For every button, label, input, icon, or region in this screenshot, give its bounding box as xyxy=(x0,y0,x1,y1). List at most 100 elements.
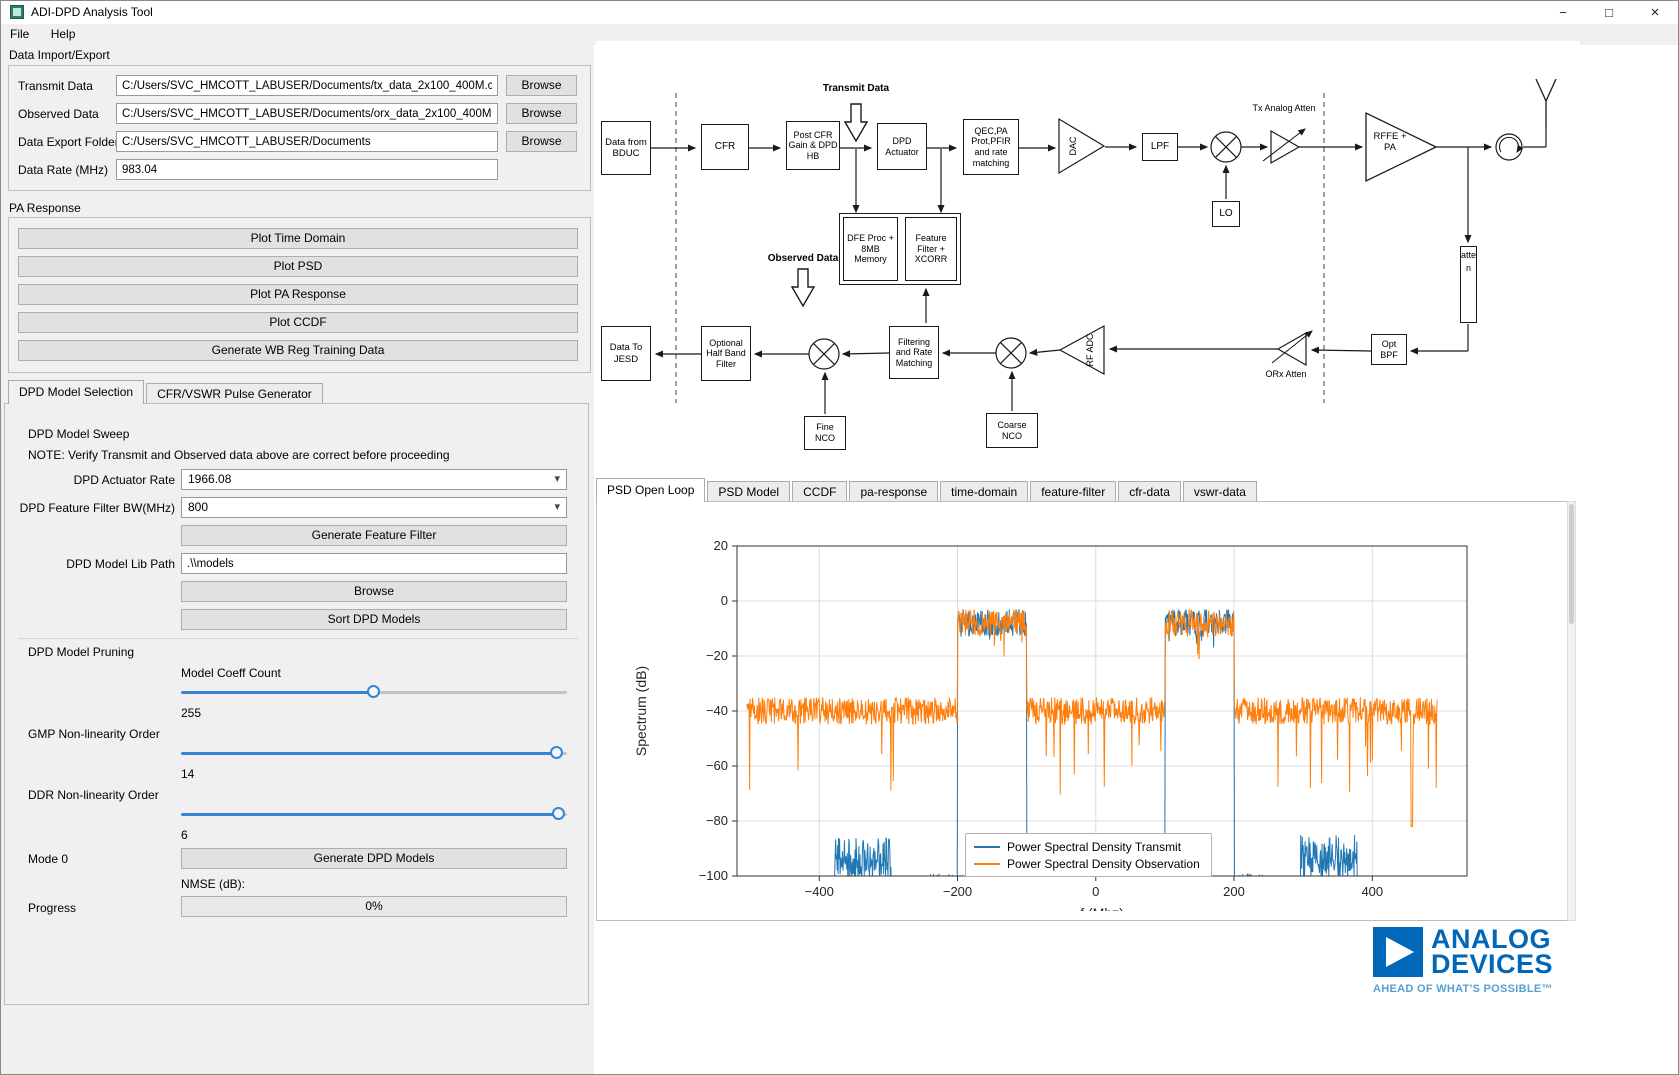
menu-file[interactable]: File xyxy=(1,24,38,44)
dpd-actuator-rate-label: DPD Actuator Rate xyxy=(73,473,175,487)
minimize-button[interactable]: − xyxy=(1540,1,1586,24)
svg-text:−400: −400 xyxy=(805,884,834,899)
maximize-button[interactable]: □ xyxy=(1586,1,1632,24)
generate-wb-reg-training-data-button[interactable]: Generate WB Reg Training Data xyxy=(18,340,578,361)
brand-name-line2: DEVICES xyxy=(1431,949,1554,979)
tab-dpd-model-selection[interactable]: DPD Model Selection xyxy=(8,380,145,404)
progress-label: Progress xyxy=(28,901,77,915)
svg-text:200: 200 xyxy=(1223,884,1245,899)
separator xyxy=(18,638,578,639)
dpd-actuator-rate-select[interactable]: 1966.08 ▾ xyxy=(181,469,567,490)
svg-text:400: 400 xyxy=(1361,884,1383,899)
plot-tab-feature-filter[interactable]: feature-filter xyxy=(1030,481,1117,502)
svg-text:−60: −60 xyxy=(706,758,728,773)
model-coeff-count-value: 255 xyxy=(181,706,202,720)
orx-atten-label: ORx Atten xyxy=(1265,369,1307,379)
svg-text:−80: −80 xyxy=(706,813,728,828)
plot-tab-time-domain[interactable]: time-domain xyxy=(940,481,1029,502)
data-export-folder-input[interactable] xyxy=(116,131,498,152)
transmit-data-arrow-icon xyxy=(843,103,869,143)
block-fine-nco: Fine NCO xyxy=(804,416,846,450)
dpd-model-lib-path-input[interactable] xyxy=(181,553,567,574)
adi-logo-icon xyxy=(1373,927,1423,977)
plot-tab-ccdf[interactable]: CCDF xyxy=(792,481,848,502)
group-title-pa-response: PA Response xyxy=(9,201,81,215)
data-rate-input[interactable] xyxy=(116,159,498,180)
chevron-down-icon: ▾ xyxy=(554,501,560,513)
left-tab-bar: DPD Model Selection CFR/VSWR Pulse Genera… xyxy=(8,380,325,404)
dac-label: DAC xyxy=(1068,136,1078,156)
brand-tagline: AHEAD OF WHAT'S POSSIBLE™ xyxy=(1373,983,1553,995)
gmp-order-label: GMP Non-linearity Order xyxy=(28,727,160,741)
plot-tab-vswr-data[interactable]: vswr-data xyxy=(1182,481,1257,502)
svg-text:−40: −40 xyxy=(706,703,728,718)
rf-adc-symbol xyxy=(1058,324,1105,376)
block-lo: LO xyxy=(1212,201,1240,227)
plot-tab-pa-response[interactable]: pa-response xyxy=(849,481,939,502)
data-export-folder-label: Data Export Folder xyxy=(18,135,119,149)
dpd-feature-filter-bw-value: 800 xyxy=(188,500,209,514)
block-filtering-rate-matching: Filtering and Rate Matching xyxy=(889,326,939,379)
close-button[interactable]: × xyxy=(1632,1,1678,24)
svg-text:−20: −20 xyxy=(706,648,728,663)
analog-devices-logo: ANALOG DEVICES AHEAD OF WHAT'S POSSIBLE™ xyxy=(1373,926,1583,995)
plot-psd-button[interactable]: Plot PSD xyxy=(18,256,578,277)
slider-fill xyxy=(181,752,557,755)
observed-data-browse-button[interactable]: Browse xyxy=(506,103,577,124)
slider-handle[interactable] xyxy=(551,807,565,820)
menu-help[interactable]: Help xyxy=(42,24,85,44)
title-bar: ADI-DPD Analysis Tool − □ × xyxy=(1,1,1678,25)
generate-dpd-models-button[interactable]: Generate DPD Models xyxy=(181,848,567,869)
dpd-actuator-rate-value: 1966.08 xyxy=(188,472,232,486)
block-coarse-nco: Coarse NCO xyxy=(986,413,1038,448)
block-data-to-jesd: Data To JESD xyxy=(601,326,651,381)
svg-text:0: 0 xyxy=(721,593,728,608)
scrollbar-thumb[interactable] xyxy=(1569,504,1574,624)
tx-analog-atten-icon xyxy=(1262,128,1306,165)
plot-tab-cfr-data[interactable]: cfr-data xyxy=(1118,481,1181,502)
sort-dpd-models-button[interactable]: Sort DPD Models xyxy=(181,609,567,630)
diagram-graphics: DAC RF ADC xyxy=(651,78,1557,414)
svg-text:Spectrum (dB): Spectrum (dB) xyxy=(633,666,649,756)
data-export-folder-browse-button[interactable]: Browse xyxy=(506,131,577,152)
plot-tab-psd-open-loop[interactable]: PSD Open Loop xyxy=(596,478,706,502)
block-dfe-proc: DFE Proc + 8MB Memory xyxy=(843,217,898,281)
plot-ccdf-button[interactable]: Plot CCDF xyxy=(18,312,578,333)
slider-handle[interactable] xyxy=(549,746,563,759)
model-coeff-count-slider[interactable] xyxy=(181,685,567,699)
generate-feature-filter-button[interactable]: Generate Feature Filter xyxy=(181,525,567,546)
svg-text:f (Mhz): f (Mhz) xyxy=(1080,905,1124,911)
block-post-cfr: Post CFR Gain & DPD HB xyxy=(786,121,840,170)
dpd-feature-filter-bw-select[interactable]: 800 ▾ xyxy=(181,497,567,518)
block-qec: QEC,PA Prot,PFIR and rate matching xyxy=(963,119,1019,175)
block-atten: atten xyxy=(1460,246,1477,323)
plot-scrollbar[interactable] xyxy=(1567,501,1576,921)
svg-text:20: 20 xyxy=(714,538,728,553)
ddr-order-value: 6 xyxy=(181,828,188,842)
transmit-data-input[interactable] xyxy=(116,75,498,96)
antenna-icon xyxy=(1535,78,1557,127)
block-feature-filter-xcorr: Feature Filter + XCORR xyxy=(905,217,957,281)
ddr-order-slider[interactable] xyxy=(181,807,567,821)
legend-label-transmit: Power Spectral Density Transmit xyxy=(1007,839,1182,854)
plot-pa-response-button[interactable]: Plot PA Response xyxy=(18,284,578,305)
nmse-label: NMSE (dB): xyxy=(181,877,246,891)
plot-tab-psd-model[interactable]: PSD Model xyxy=(707,481,791,502)
legend-entry-observation: Power Spectral Density Observation xyxy=(974,855,1203,872)
transmit-data-browse-button[interactable]: Browse xyxy=(506,75,577,96)
signal-chain-diagram: DAC RF ADC Data from BDUC CFR Post CFR G… xyxy=(596,41,1580,479)
lib-path-browse-button[interactable]: Browse xyxy=(181,581,567,602)
dpd-model-sweep-note: NOTE: Verify Transmit and Observed data … xyxy=(28,448,450,462)
slider-fill xyxy=(181,691,374,694)
slider-fill xyxy=(181,813,559,816)
observed-data-input[interactable] xyxy=(116,103,498,124)
gmp-order-slider[interactable] xyxy=(181,746,567,760)
block-optional-half-band-filter: Optional Half Band Filter xyxy=(701,326,751,381)
plot-tab-bar: PSD Open Loop PSD Model CCDF pa-response tim… xyxy=(596,478,1259,502)
tab-cfr-vswr-pulse-generator[interactable]: CFR/VSWR Pulse Generator xyxy=(146,383,323,404)
legend-line-observation xyxy=(974,862,1000,865)
slider-handle[interactable] xyxy=(367,685,380,698)
plot-time-domain-button[interactable]: Plot Time Domain xyxy=(18,228,578,249)
dpd-model-sweep-title: DPD Model Sweep xyxy=(28,427,130,441)
observed-data-arrow-icon xyxy=(790,268,816,308)
